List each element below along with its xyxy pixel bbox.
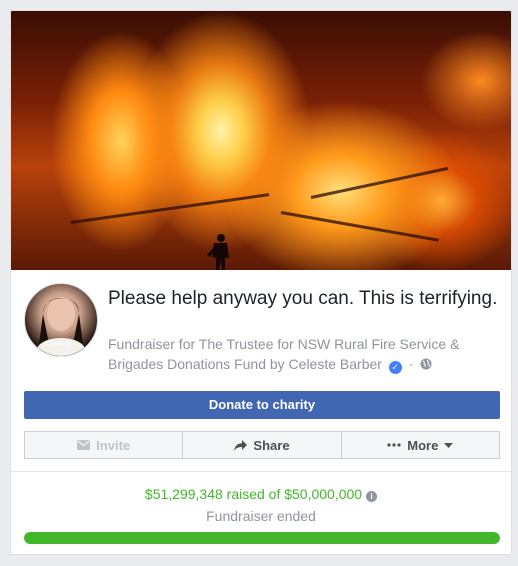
more-label: More — [407, 437, 439, 453]
separator-dot: · — [408, 356, 414, 372]
firefighter-silhouette — [207, 234, 229, 270]
cover-beam — [310, 166, 449, 199]
fundraiser-status: Fundraiser ended — [206, 508, 316, 524]
globe-icon[interactable] — [420, 358, 432, 370]
fundraiser-subtitle: Fundraiser for The Trustee for NSW Rural… — [108, 334, 498, 374]
donate-to-charity-button[interactable]: Donate to charity — [24, 391, 500, 419]
avatar-portrait: Celeste — [37, 297, 85, 356]
fundraiser-card: Celeste Please help anyway you can. This… — [10, 10, 512, 555]
share-arrow-icon — [234, 439, 248, 451]
section-divider — [11, 471, 511, 472]
cover-beam — [70, 193, 270, 224]
amount-raised: $51,299,348 raised of $50,000,000 i — [11, 486, 511, 502]
caret-down-icon — [444, 442, 454, 448]
invite-label: Invite — [96, 437, 131, 453]
verified-check-icon: ✓ — [388, 361, 402, 374]
share-button[interactable]: Share — [183, 431, 342, 459]
progress-bar-fill — [24, 532, 500, 544]
share-label: Share — [253, 437, 290, 453]
invite-button[interactable]: Invite — [24, 431, 184, 459]
info-icon[interactable]: i — [366, 491, 378, 502]
cover-beam — [280, 211, 439, 242]
amount-raised-text: $51,299,348 raised of $50,000,000 — [144, 486, 363, 502]
avatar-caption: Celeste — [45, 340, 71, 348]
organizer-avatar[interactable]: Celeste — [24, 283, 98, 357]
action-bar: Invite Share More — [24, 431, 500, 459]
subtitle-text[interactable]: Fundraiser for The Trustee for NSW Rural… — [108, 336, 459, 372]
more-button[interactable]: More — [341, 431, 500, 459]
progress-bar — [24, 532, 500, 544]
ellipsis-icon — [387, 443, 401, 447]
fundraiser-title: Please help anyway you can. This is terr… — [108, 288, 498, 309]
cover-photo[interactable] — [11, 11, 511, 270]
envelope-icon — [77, 440, 91, 450]
